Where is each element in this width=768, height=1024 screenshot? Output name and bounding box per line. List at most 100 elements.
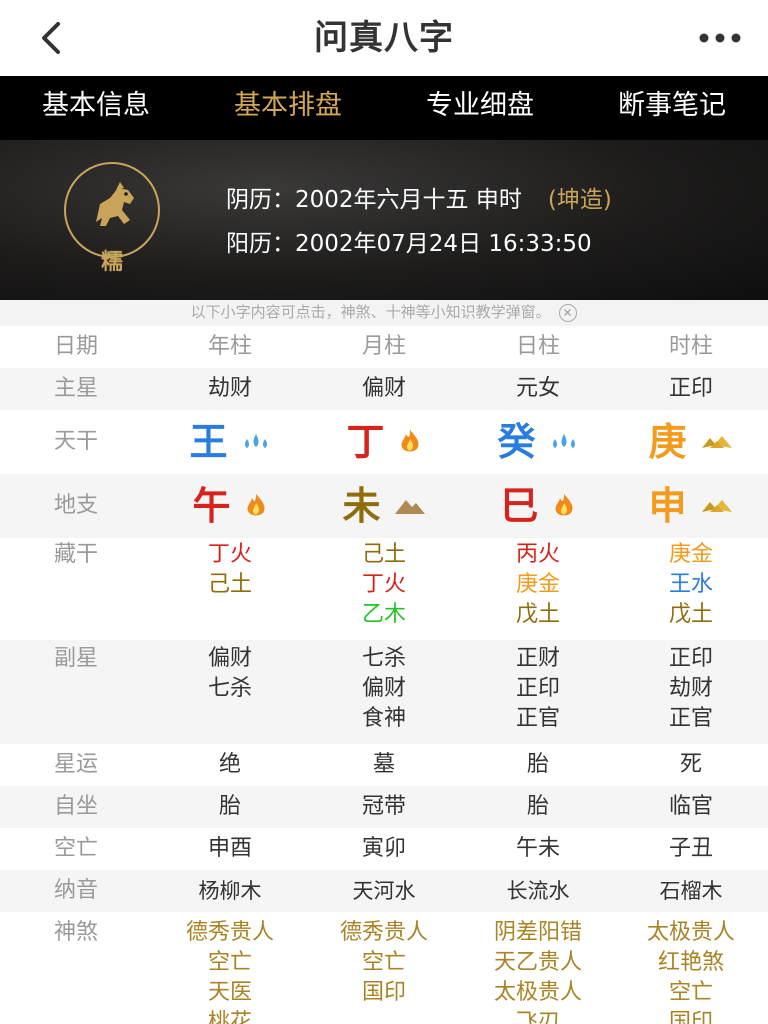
hidden-stem[interactable]: 戊土 [461, 600, 615, 630]
secondary-star[interactable]: 劫财 [614, 674, 768, 704]
secondary-star[interactable]: 偏财 [307, 674, 461, 704]
heavenly-stem-row: 天干 王 丁 癸 庚 [0, 410, 768, 474]
shensha-item[interactable]: 天医 [153, 978, 307, 1008]
close-icon[interactable] [559, 303, 578, 322]
horse-zodiac-icon [96, 182, 134, 226]
stem-hour[interactable]: 庚 [614, 410, 768, 474]
tab-basic-info[interactable]: 基本信息 [0, 76, 192, 140]
void-year[interactable]: 申酉 [153, 828, 307, 870]
main-star-hour[interactable]: 正印 [614, 368, 768, 410]
hidden-stem[interactable]: 丁火 [307, 570, 461, 600]
void-hour[interactable]: 子丑 [614, 828, 768, 870]
shensha-item[interactable]: 德秀贵人 [153, 918, 307, 948]
row-label: 自坐 [53, 794, 98, 819]
hidden-stem[interactable]: 丁火 [153, 540, 307, 570]
main-star-month[interactable]: 偏财 [307, 368, 461, 410]
self-seat-day[interactable]: 胎 [461, 786, 615, 828]
shensha-item[interactable]: 太极贵人 [614, 918, 768, 948]
lunar-date: 阴历：2002年六月十五 申时 [226, 187, 522, 213]
shensha-item[interactable]: 德秀贵人 [307, 918, 461, 948]
branch-char: 申 [648, 484, 687, 528]
nayin-month[interactable]: 天河水 [307, 870, 461, 912]
branch-hour[interactable]: 申 [614, 474, 768, 538]
hidden-stem[interactable]: 己土 [307, 540, 461, 570]
row-label: 纳音 [53, 878, 98, 903]
hidden-stems-row: 藏干 丁火 己土 己土 丁火 乙木 丙火 庚金 戊土 庚金 王水 戊土 [0, 538, 768, 640]
branch-day[interactable]: 巳 [461, 474, 615, 538]
hidden-stem[interactable]: 庚金 [614, 540, 768, 570]
shensha-item[interactable]: 红艳煞 [614, 948, 768, 978]
main-star-day[interactable]: 元女 [461, 368, 615, 410]
shensha-item[interactable]: 飞刃 [461, 1008, 615, 1024]
void-month[interactable]: 寅卯 [307, 828, 461, 870]
secondary-star[interactable]: 正官 [614, 704, 768, 734]
shensha-item[interactable]: 阴差阳错 [461, 918, 615, 948]
self-seat-hour[interactable]: 临官 [614, 786, 768, 828]
void-row: 空亡 申酉 寅卯 午未 子丑 [0, 828, 768, 870]
nayin-day[interactable]: 长流水 [461, 870, 615, 912]
hidden-stem[interactable]: 戊土 [614, 600, 768, 630]
shensha-item[interactable]: 天乙贵人 [461, 948, 615, 978]
row-label: 地支 [53, 493, 98, 518]
stem-char: 癸 [497, 420, 536, 464]
header-hour-pillar: 时柱 [668, 334, 713, 359]
header-year-pillar: 年柱 [207, 334, 252, 359]
branch-month[interactable]: 未 [307, 474, 461, 538]
stem-char: 庚 [648, 420, 687, 464]
stem-char: 丁 [346, 420, 385, 464]
secondary-stars-hour: 正印 劫财 正官 [614, 644, 768, 734]
shensha-item[interactable]: 国印 [614, 1008, 768, 1024]
star-fortune-month[interactable]: 墓 [307, 744, 461, 786]
tab-professional-chart[interactable]: 专业细盘 [384, 76, 576, 140]
secondary-stars-year: 偏财 七杀 [153, 644, 307, 704]
secondary-star[interactable]: 正财 [461, 644, 615, 674]
secondary-star[interactable]: 七杀 [307, 644, 461, 674]
secondary-star[interactable]: 七杀 [153, 674, 307, 704]
tab-basic-chart[interactable]: 基本排盘 [192, 76, 384, 140]
void-day[interactable]: 午未 [461, 828, 615, 870]
header-month-pillar: 月柱 [361, 334, 406, 359]
stem-char: 王 [189, 420, 228, 464]
row-label: 神煞 [53, 920, 98, 945]
nayin-hour[interactable]: 石榴木 [614, 870, 768, 912]
branch-year[interactable]: 午 [153, 474, 307, 538]
secondary-star[interactable]: 正官 [461, 704, 615, 734]
secondary-stars-month: 七杀 偏财 食神 [307, 644, 461, 734]
self-seat-year[interactable]: 胎 [153, 786, 307, 828]
shensha-item[interactable]: 国印 [307, 978, 461, 1008]
shensha-month: 德秀贵人 空亡 国印 [307, 918, 461, 1008]
secondary-star[interactable]: 正印 [614, 644, 768, 674]
stem-year[interactable]: 王 [153, 410, 307, 474]
shensha-item[interactable]: 空亡 [614, 978, 768, 1008]
main-star-year[interactable]: 劫财 [153, 368, 307, 410]
secondary-star[interactable]: 偏财 [153, 644, 307, 674]
star-fortune-hour[interactable]: 死 [614, 744, 768, 786]
row-label: 副星 [53, 646, 98, 671]
star-fortune-year[interactable]: 绝 [153, 744, 307, 786]
secondary-star[interactable]: 食神 [307, 704, 461, 734]
nayin-year[interactable]: 杨柳木 [153, 870, 307, 912]
secondary-star-row: 副星 偏财 七杀 七杀 偏财 食神 正财 正印 正官 正印 劫财 正官 [0, 640, 768, 744]
row-label: 藏干 [53, 542, 98, 567]
stem-month[interactable]: 丁 [307, 410, 461, 474]
shensha-item[interactable]: 空亡 [307, 948, 461, 978]
star-fortune-row: 星运 绝 墓 胎 死 [0, 744, 768, 786]
row-label: 主星 [53, 376, 98, 401]
secondary-star[interactable]: 正印 [461, 674, 615, 704]
hidden-stem[interactable]: 丙火 [461, 540, 615, 570]
shensha-item[interactable]: 太极贵人 [461, 978, 615, 1008]
hidden-stems-year: 丁火 己土 [153, 540, 307, 600]
self-seat-month[interactable]: 冠带 [307, 786, 461, 828]
hidden-stem[interactable]: 乙木 [307, 600, 461, 630]
fire-icon [401, 430, 419, 452]
stem-day[interactable]: 癸 [461, 410, 615, 474]
hidden-stem[interactable]: 庚金 [461, 570, 615, 600]
shensha-item[interactable]: 桃花 [153, 1008, 307, 1024]
hidden-stem[interactable]: 己土 [153, 570, 307, 600]
tab-notes[interactable]: 断事笔记 [576, 76, 768, 140]
star-fortune-day[interactable]: 胎 [461, 744, 615, 786]
hidden-stem[interactable]: 王水 [614, 570, 768, 600]
more-options-icon[interactable] [696, 22, 744, 54]
tip-bar: 以下小字内容可点击，神煞、十神等小知识教学弹窗。 [0, 300, 768, 326]
shensha-item[interactable]: 空亡 [153, 948, 307, 978]
